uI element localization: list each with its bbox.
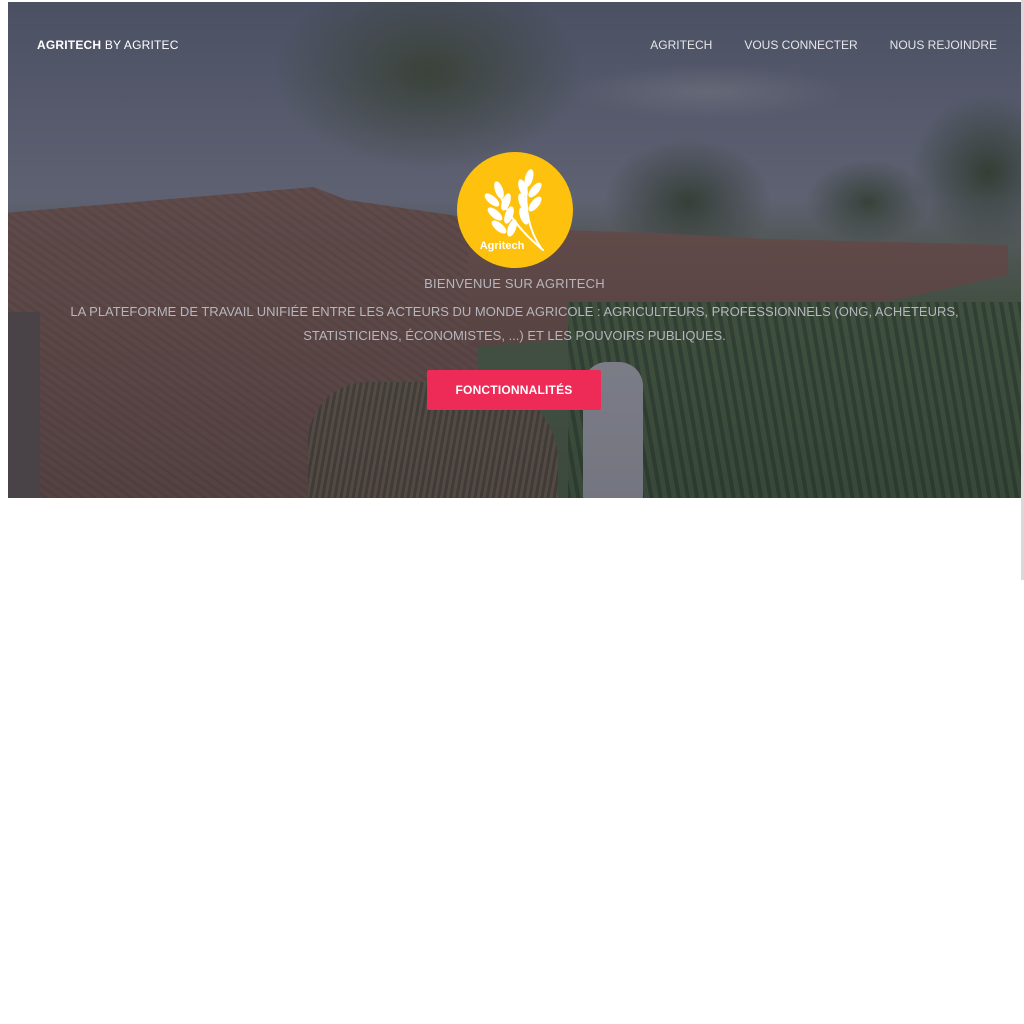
brand-name: AGRITECH [37, 38, 102, 52]
agritech-logo: Agritech [457, 152, 573, 268]
top-navbar: AGRITECH BY AGRITEC AGRITECH VOUS CONNEC… [8, 2, 1021, 88]
hero-subtitle: LA PLATEFORME DE TRAVAIL UNIFIÉE ENTRE L… [70, 304, 959, 343]
hero-section: AGRITECH BY AGRITEC AGRITECH VOUS CONNEC… [8, 2, 1021, 498]
nav-link-agritech[interactable]: AGRITECH [650, 38, 712, 52]
logo-text: Agritech [479, 240, 525, 252]
hero-headline: BIENVENUE SUR AGRITECH [424, 276, 605, 291]
features-button[interactable]: FONCTIONNALITÉS [427, 370, 601, 410]
nav-links: AGRITECH VOUS CONNECTER NOUS REJOINDRE [650, 38, 997, 52]
brand-link[interactable]: AGRITECH BY AGRITEC [37, 38, 179, 52]
nav-link-join[interactable]: NOUS REJOINDRE [890, 38, 997, 52]
nav-link-login[interactable]: VOUS CONNECTER [744, 38, 857, 52]
brand-suffix: BY AGRITEC [101, 38, 179, 52]
